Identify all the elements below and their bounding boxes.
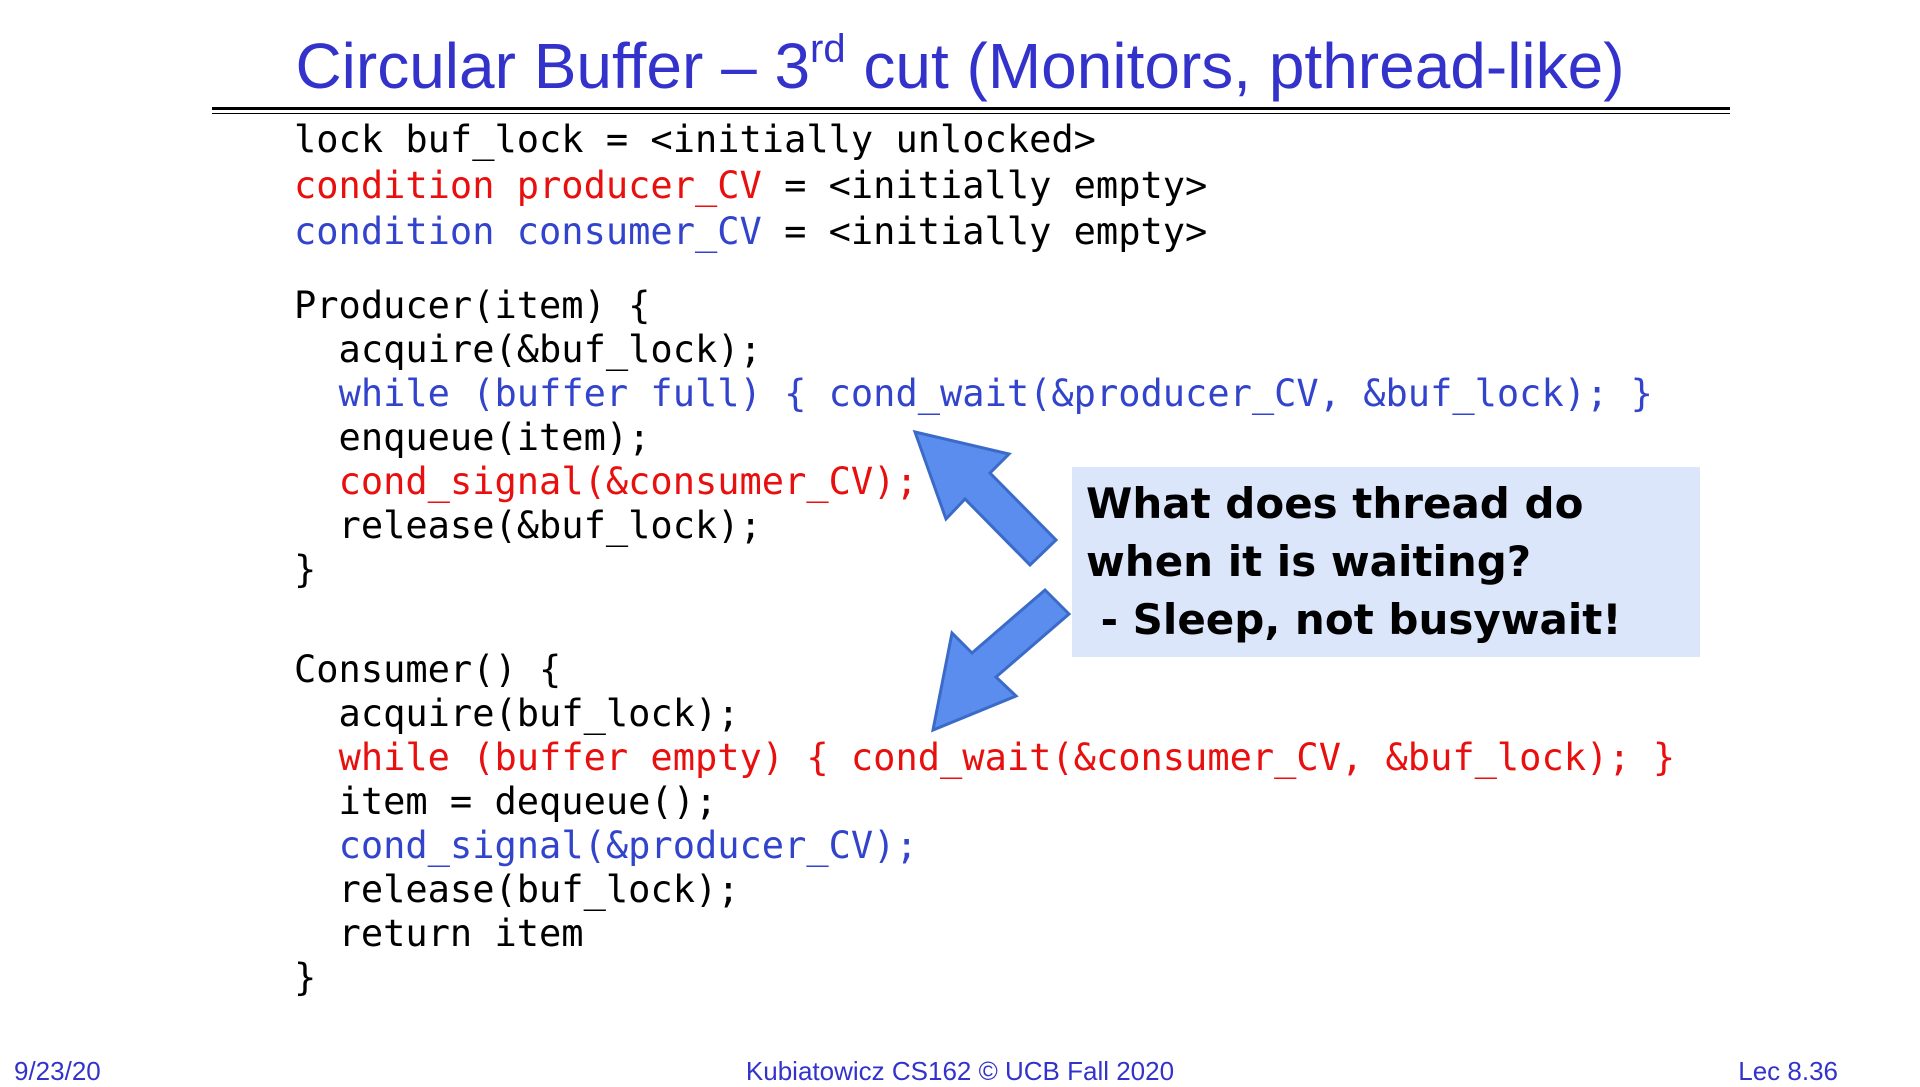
arrow-down-left-icon	[930, 587, 1072, 733]
callout-box: What does thread do when it is waiting? …	[1072, 467, 1700, 657]
footer-lecture: Lec 8.36	[1738, 1056, 1838, 1086]
callout-line-1: What does thread do	[1086, 479, 1584, 528]
callout-line-3: - Sleep, not busywait!	[1086, 595, 1622, 644]
arrow-up-left-icon	[912, 429, 1059, 568]
callout-line-2: when it is waiting?	[1086, 537, 1532, 586]
footer-course: Kubiatowicz CS162 © UCB Fall 2020	[745, 1056, 1175, 1086]
